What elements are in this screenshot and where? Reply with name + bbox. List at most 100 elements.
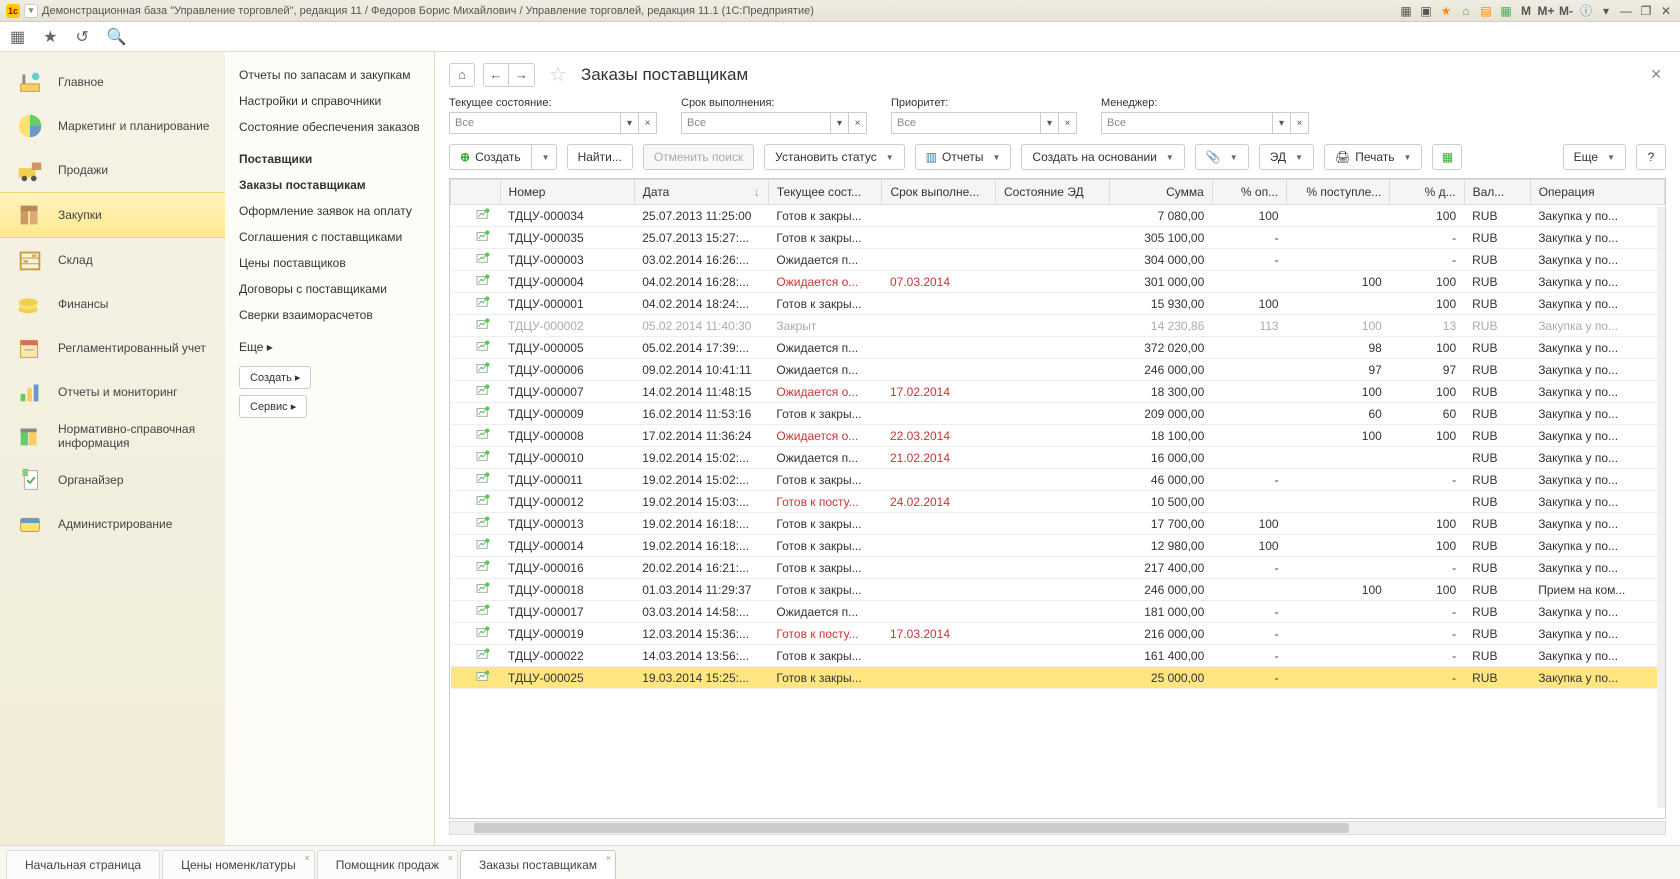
column-header[interactable]: Операция [1530,180,1664,205]
clear-icon[interactable]: × [1059,112,1077,134]
home-icon[interactable]: ⌂ [1458,3,1474,19]
filter-priority-input[interactable] [891,112,1041,134]
column-header[interactable]: Состояние ЭД [996,180,1110,205]
sidebar-item[interactable]: Главное [0,60,225,104]
table-row[interactable]: ТДЦУ-00001620.02.2014 16:21:...Готов к з… [451,557,1665,579]
memory-mminus-button[interactable]: M- [1558,3,1574,19]
forward-button[interactable]: → [509,63,535,87]
table-row[interactable]: ТДЦУ-00000303.02.2014 16:26:...Ожидается… [451,249,1665,271]
set-status-button[interactable]: Установить статус▼ [764,144,905,170]
apps-grid-icon[interactable]: ▦ [10,27,25,47]
dropdown-icon[interactable]: ▾ [621,112,639,134]
dropdown-icon[interactable]: ▾ [1598,3,1614,19]
star-icon[interactable]: ★ [1438,3,1454,19]
panel-link[interactable]: Сверки взаиморасчетов [239,302,420,328]
close-tab-icon[interactable]: × [606,853,611,863]
sidebar-item[interactable]: Продажи [0,148,225,192]
sidebar-item[interactable]: Администрирование [0,502,225,546]
table-row[interactable]: ТДЦУ-00000714.02.2014 11:48:15Ожидается … [451,381,1665,403]
info-icon[interactable]: ⓘ [1578,3,1594,19]
column-header[interactable]: Вал... [1464,180,1530,205]
dropdown-icon[interactable]: ▾ [1041,112,1059,134]
titlebar-nav-down-icon[interactable]: ▾ [24,4,38,18]
table-row[interactable]: ТДЦУ-00001801.03.2014 11:29:37Готов к за… [451,579,1665,601]
attachment-button[interactable]: 📎▼ [1195,144,1249,170]
ed-button[interactable]: ЭД▼ [1259,144,1314,170]
sidebar-item[interactable]: Органайзер [0,458,225,502]
table-row[interactable]: ТДЦУ-00001912.03.2014 15:36:...Готов к п… [451,623,1665,645]
clear-icon[interactable]: × [1291,112,1309,134]
create-button[interactable]: ⊕Создать [449,144,531,170]
memory-m-button[interactable]: M [1518,3,1534,19]
panel-link[interactable]: Договоры с поставщиками [239,276,420,302]
panel-link[interactable]: Цены поставщиков [239,250,420,276]
table-row[interactable]: ТДЦУ-00000505.02.2014 17:39:...Ожидается… [451,337,1665,359]
table-row[interactable]: ТДЦУ-00003425.07.2013 11:25:00Готов к за… [451,205,1665,227]
table-row[interactable]: ТДЦУ-00001419.02.2014 16:18:...Готов к з… [451,535,1665,557]
filter-state-input[interactable] [449,112,621,134]
panel-link[interactable]: Отчеты по запасам и закупкам [239,62,420,88]
dropdown-icon[interactable]: ▾ [1273,112,1291,134]
panel-link[interactable]: Оформление заявок на оплату [239,198,420,224]
table-row[interactable]: ТДЦУ-00001703.03.2014 14:58:...Ожидается… [451,601,1665,623]
filter-due-input[interactable] [681,112,831,134]
column-header[interactable]: % д... [1390,180,1464,205]
close-icon[interactable]: ✕ [1658,3,1674,19]
close-page-icon[interactable]: ✕ [1646,62,1666,87]
titlebar-action-icon[interactable]: ▣ [1418,3,1434,19]
find-button[interactable]: Найти... [567,144,633,170]
column-header[interactable] [451,180,501,205]
column-header[interactable]: Дата↓ [634,180,768,205]
table-row[interactable]: ТДЦУ-00000404.02.2014 16:28:...Ожидается… [451,271,1665,293]
filter-manager-input[interactable] [1101,112,1273,134]
calc-icon[interactable]: ▤ [1478,3,1494,19]
table-row[interactable]: ТДЦУ-00003525.07.2013 15:27:...Готов к з… [451,227,1665,249]
panel-link-orders[interactable]: Заказы поставщикам [239,172,420,198]
close-tab-icon[interactable]: × [304,853,309,863]
table-row[interactable]: ТДЦУ-00002519.03.2014 15:25:...Готов к з… [451,667,1665,689]
reports-button[interactable]: ▥Отчеты▼ [915,144,1012,170]
column-header[interactable]: Номер [500,180,634,205]
table-row[interactable]: ТДЦУ-00000817.02.2014 11:36:24Ожидается … [451,425,1665,447]
panel-link-suppliers[interactable]: Поставщики [239,146,420,172]
column-header[interactable]: Срок выполне... [882,180,996,205]
column-header[interactable]: Сумма [1109,180,1212,205]
table-row[interactable]: ТДЦУ-00001019.02.2014 15:02:...Ожидается… [451,447,1665,469]
home-button[interactable]: ⌂ [449,63,475,87]
panel-link[interactable]: Настройки и справочники [239,88,420,114]
bottom-tab[interactable]: Помощник продаж× [317,850,458,879]
table-row[interactable]: ТДЦУ-00001319.02.2014 16:18:...Готов к з… [451,513,1665,535]
table-row[interactable]: ТДЦУ-00000104.02.2014 18:24:...Готов к з… [451,293,1665,315]
table-row[interactable]: ТДЦУ-00002214.03.2014 13:56:...Готов к з… [451,645,1665,667]
table-row[interactable]: ТДЦУ-00000205.02.2014 11:40:30Закрыт14 2… [451,315,1665,337]
more-button[interactable]: Еще▼ [1563,144,1626,170]
history-icon[interactable]: ↺ [75,27,88,47]
export-button[interactable]: ▦ [1432,144,1462,170]
column-header[interactable]: Текущее сост... [768,180,882,205]
restore-icon[interactable]: ❐ [1638,3,1654,19]
minimize-icon[interactable]: — [1618,3,1634,19]
create-dropdown-button[interactable]: ▼ [531,144,557,170]
clear-icon[interactable]: × [849,112,867,134]
favorite-star-icon[interactable]: ☆ [549,62,567,87]
print-button[interactable]: 🖨Печать▼ [1324,144,1422,170]
panel-more-link[interactable]: Еще ▸ [239,334,420,360]
help-button[interactable]: ? [1636,144,1666,170]
bottom-tab[interactable]: Заказы поставщикам× [460,850,616,879]
sidebar-item[interactable]: Склад [0,238,225,282]
column-header[interactable]: % оп... [1212,180,1286,205]
table-row[interactable]: ТДЦУ-00001119.02.2014 15:02:...Готов к з… [451,469,1665,491]
close-tab-icon[interactable]: × [448,853,453,863]
vertical-scrollbar[interactable] [1657,207,1665,808]
column-header[interactable]: % поступле... [1287,180,1390,205]
sidebar-item[interactable]: Отчеты и мониторинг [0,370,225,414]
bottom-tab[interactable]: Начальная страница [6,850,160,879]
back-button[interactable]: ← [483,63,509,87]
dropdown-icon[interactable]: ▾ [831,112,849,134]
bottom-tab[interactable]: Цены номенклатуры× [162,850,315,879]
horizontal-scrollbar[interactable] [449,821,1666,835]
create-based-button[interactable]: Создать на основании▼ [1021,144,1184,170]
clear-icon[interactable]: × [639,112,657,134]
table-row[interactable]: ТДЦУ-00000609.02.2014 10:41:11Ожидается … [451,359,1665,381]
sidebar-item[interactable]: Нормативно-справочная информация [0,414,225,458]
